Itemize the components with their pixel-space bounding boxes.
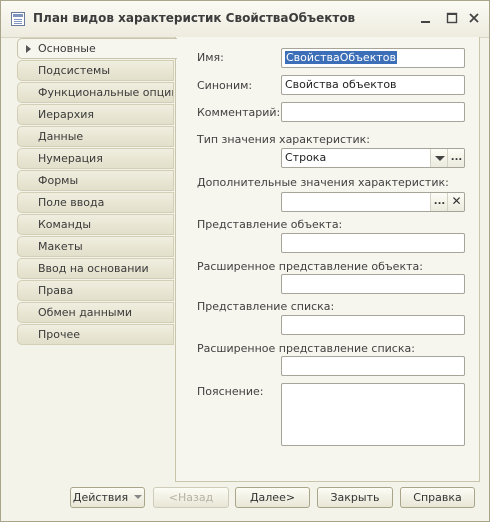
tab-label: Ввод на основании bbox=[38, 262, 149, 275]
ellipsis-icon: ... bbox=[450, 152, 463, 163]
maximize-icon bbox=[446, 12, 458, 24]
extra-values-select-button[interactable]: ... bbox=[430, 193, 448, 211]
synonym-field[interactable]: Свойства объектов bbox=[281, 75, 465, 95]
chevron-down-icon bbox=[134, 495, 143, 499]
synonym-label: Синоним: bbox=[197, 79, 253, 92]
close-window-button[interactable] bbox=[465, 9, 483, 27]
explanation-field[interactable] bbox=[281, 383, 465, 446]
maximize-button[interactable] bbox=[443, 9, 461, 27]
actions-button[interactable]: Действия bbox=[70, 487, 145, 508]
minimize-icon bbox=[421, 21, 430, 23]
dialog-window: План видов характеристик СвойстваОбъекто… bbox=[0, 0, 490, 522]
object-repr-field[interactable] bbox=[281, 233, 465, 253]
tab-label: Прочее bbox=[38, 328, 81, 341]
tab-rights[interactable]: Права bbox=[17, 280, 174, 301]
tab-label: Макеты bbox=[38, 240, 83, 253]
tab-label: Формы bbox=[38, 174, 79, 187]
comment-field[interactable] bbox=[281, 102, 465, 122]
comment-label: Комментарий: bbox=[197, 106, 281, 119]
value-type-select-button[interactable]: ... bbox=[447, 149, 464, 167]
object-repr-label: Представление объекта: bbox=[197, 218, 343, 231]
tab-main[interactable]: Основные bbox=[17, 38, 177, 59]
list-repr-field[interactable] bbox=[281, 315, 465, 335]
tab-numbering[interactable]: Нумерация bbox=[17, 148, 174, 169]
ext-object-repr-field[interactable] bbox=[281, 274, 465, 294]
actions-label: Действия bbox=[72, 491, 129, 504]
explanation-label: Пояснение: bbox=[197, 385, 264, 398]
back-button[interactable]: <Назад bbox=[153, 487, 229, 508]
value-type-label: Тип значения характеристик: bbox=[197, 133, 370, 146]
tab-data-exchange[interactable]: Обмен данными bbox=[17, 302, 174, 323]
extra-values-field[interactable]: ... ✕ bbox=[281, 192, 465, 212]
name-field[interactable]: СвойстваОбъектов bbox=[281, 48, 465, 68]
tab-label: Права bbox=[38, 284, 74, 297]
extra-values-clear-button[interactable]: ✕ bbox=[447, 193, 464, 211]
value-type-value: Строка bbox=[285, 151, 327, 164]
current-tab-arrow-icon bbox=[26, 45, 31, 53]
window-title: План видов характеристик СвойстваОбъекто… bbox=[33, 11, 356, 25]
clear-icon: ✕ bbox=[451, 194, 462, 208]
next-button[interactable]: Далее> bbox=[235, 487, 310, 508]
tab-subsystems[interactable]: Подсистемы bbox=[17, 60, 174, 81]
tab-label: Иерархия bbox=[38, 108, 94, 121]
value-type-dropdown-button[interactable] bbox=[430, 149, 448, 167]
tab-label: Данные bbox=[38, 130, 84, 143]
tab-label: Поле ввода bbox=[38, 196, 105, 209]
tab-input-by-basis[interactable]: Ввод на основании bbox=[17, 258, 174, 279]
chevron-down-icon bbox=[435, 156, 445, 161]
tab-other[interactable]: Прочее bbox=[17, 324, 174, 345]
tab-forms[interactable]: Формы bbox=[17, 170, 174, 191]
main-tab-panel: Имя: СвойстваОбъектов Синоним: Свойства … bbox=[175, 37, 480, 482]
tab-label: Обмен данными bbox=[38, 306, 133, 319]
tab-templates[interactable]: Макеты bbox=[17, 236, 174, 257]
ellipsis-icon: ... bbox=[433, 196, 446, 207]
tab-label: Команды bbox=[38, 218, 92, 231]
name-label: Имя: bbox=[197, 51, 224, 64]
value-type-field[interactable]: Строка ... bbox=[281, 148, 465, 168]
title-bar: План видов характеристик СвойстваОбъекто… bbox=[1, 1, 489, 38]
help-button[interactable]: Справка bbox=[400, 487, 475, 508]
ext-list-repr-field[interactable] bbox=[281, 356, 465, 376]
list-repr-label: Представление списка: bbox=[197, 300, 335, 313]
tab-commands[interactable]: Команды bbox=[17, 214, 174, 235]
tab-label: Подсистемы bbox=[38, 64, 111, 77]
tab-input-field[interactable]: Поле ввода bbox=[17, 192, 174, 213]
ext-object-repr-label: Расширенное представление объекта: bbox=[197, 260, 423, 273]
close-icon bbox=[469, 13, 479, 23]
tab-hierarchy[interactable]: Иерархия bbox=[17, 104, 174, 125]
tab-label: Нумерация bbox=[38, 152, 103, 165]
tab-label: Функциональные опции bbox=[38, 86, 174, 99]
ext-list-repr-label: Расширенное представление списка: bbox=[197, 342, 415, 355]
extra-values-label: Дополнительные значения характеристик: bbox=[197, 176, 449, 189]
tab-data[interactable]: Данные bbox=[17, 126, 174, 147]
name-value: СвойстваОбъектов bbox=[285, 51, 397, 64]
tab-label: Основные bbox=[38, 42, 96, 55]
close-button[interactable]: Закрыть bbox=[317, 487, 393, 508]
document-list-icon bbox=[11, 12, 25, 26]
tab-functional-options[interactable]: Функциональные опции bbox=[17, 82, 174, 103]
minimize-button[interactable] bbox=[417, 9, 435, 27]
